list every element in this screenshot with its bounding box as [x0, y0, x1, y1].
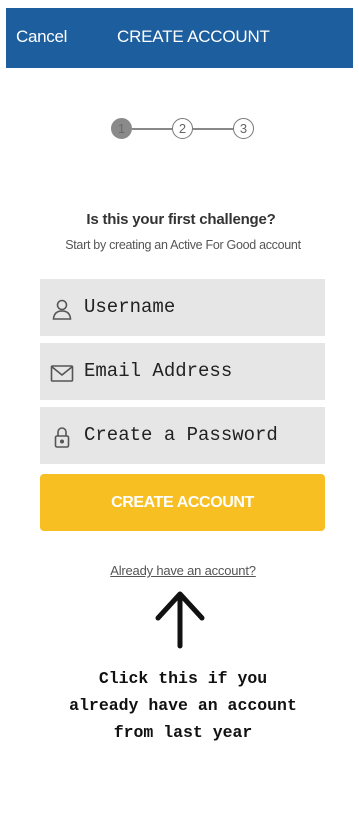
user-icon: [52, 299, 72, 320]
step-3: 3: [233, 118, 254, 139]
step-connector: [132, 128, 172, 130]
create-account-button[interactable]: CREATE ACCOUNT: [40, 474, 325, 531]
annotation-line: already have an account: [69, 696, 297, 715]
step-connector: [193, 128, 233, 130]
password-placeholder: Create a Password: [84, 424, 278, 446]
annotation-line: Click this if you: [98, 669, 268, 688]
annotation-line: from last year: [113, 723, 253, 742]
step-indicator: 1 2 3: [0, 0, 359, 160]
email-placeholder: Email Address: [84, 360, 233, 382]
envelope-icon: [50, 365, 74, 382]
step-2: 2: [172, 118, 193, 139]
username-field[interactable]: Username: [40, 279, 325, 336]
step-1: 1: [111, 118, 132, 139]
password-field[interactable]: Create a Password: [40, 407, 325, 464]
intro-subtext: Start by creating an Active For Good acc…: [65, 238, 301, 252]
already-have-account-link[interactable]: Already have an account?: [0, 563, 359, 578]
annotation-note: Click this if you already have an accoun…: [0, 665, 359, 746]
username-placeholder: Username: [84, 296, 176, 318]
lock-icon: [54, 427, 70, 448]
arrow-up-icon: [155, 591, 205, 649]
email-field[interactable]: Email Address: [40, 343, 325, 400]
intro-headline: Is this your first challenge?: [86, 211, 276, 228]
